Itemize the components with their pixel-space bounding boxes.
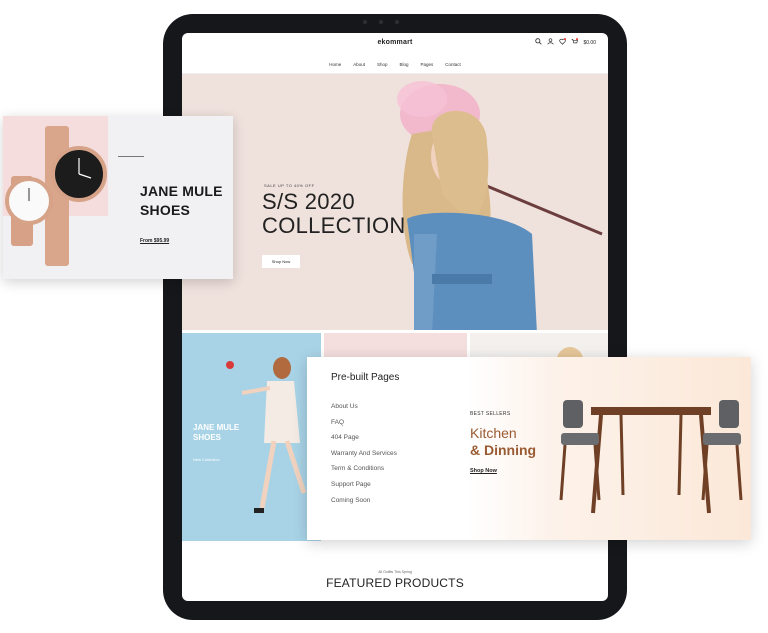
tile-title-line-2: SHOES bbox=[193, 433, 222, 442]
camera-dot bbox=[395, 20, 399, 24]
tile-title: JANE MULE SHOES bbox=[193, 423, 239, 443]
tile-title-line-1: JANE MULE bbox=[193, 423, 240, 432]
nav-blog[interactable]: Blog bbox=[400, 62, 409, 67]
prebuilt-pages-panel: Pre-built Pages About Us FAQ 404 Page Wa… bbox=[307, 357, 751, 540]
card-title: JANE MULE SHOES bbox=[140, 182, 223, 220]
hero-eyebrow: SALE UP TO 40% OFF bbox=[264, 183, 315, 188]
hero-title-line-1: S/S 2020 bbox=[262, 189, 355, 214]
tile-subtitle: New Collection bbox=[193, 457, 220, 462]
link-support[interactable]: Support Page bbox=[331, 480, 397, 496]
header-icons: $0.00 bbox=[535, 38, 596, 47]
link-terms[interactable]: Term & Conditions bbox=[331, 464, 397, 480]
promo-tile-shoes[interactable]: JANE MULE SHOES New Collection bbox=[182, 333, 321, 541]
watch-promo-card[interactable]: JANE MULE SHOES From $95.99 bbox=[3, 116, 233, 279]
card-title-line-2: SHOES bbox=[140, 202, 191, 218]
hero-title-line-2: COLLECTION bbox=[262, 213, 406, 238]
nav-about[interactable]: About bbox=[353, 62, 365, 67]
nav-home[interactable]: Home bbox=[329, 62, 341, 67]
nav-contact[interactable]: Contact bbox=[445, 62, 461, 67]
featured-eyebrow: All Outfits This Spring bbox=[378, 570, 412, 574]
link-404[interactable]: 404 Page bbox=[331, 433, 397, 449]
search-icon[interactable] bbox=[535, 38, 543, 47]
link-faq[interactable]: FAQ bbox=[331, 418, 397, 434]
panel-title: Pre-built Pages bbox=[331, 372, 400, 383]
user-icon[interactable] bbox=[547, 38, 555, 47]
site-header: ekommart $0.00 Home About Shop Blog Page… bbox=[182, 33, 608, 74]
kitchen-heading: Kitchen bbox=[470, 425, 517, 441]
page-links: About Us FAQ 404 Page Warranty And Servi… bbox=[331, 402, 397, 511]
shop-now-link[interactable]: Shop Now bbox=[470, 468, 497, 474]
hero-shop-now-button[interactable]: Shop Now bbox=[262, 255, 300, 268]
link-about-us[interactable]: About Us bbox=[331, 402, 397, 418]
dining-table-image bbox=[559, 400, 743, 514]
nav-pages[interactable]: Pages bbox=[421, 62, 434, 67]
main-nav: Home About Shop Blog Pages Contact bbox=[182, 62, 608, 67]
card-title-line-1: JANE MULE bbox=[140, 183, 223, 199]
dinning-heading: & Dinning bbox=[470, 442, 537, 458]
nav-shop[interactable]: Shop bbox=[377, 62, 388, 67]
featured-title: FEATURED PRODUCTS bbox=[326, 576, 464, 590]
heart-icon[interactable] bbox=[559, 38, 567, 47]
camera-dot bbox=[379, 20, 383, 24]
best-sellers-label: BEST SELLERS bbox=[470, 411, 511, 417]
camera-dot bbox=[363, 20, 367, 24]
cart-amount: $0.00 bbox=[583, 39, 596, 46]
cart-icon[interactable] bbox=[571, 38, 579, 47]
hero-banner: SALE UP TO 40% OFF S/S 2020 COLLECTION S… bbox=[182, 74, 608, 330]
watch-image bbox=[5, 126, 107, 266]
card-price-link[interactable]: From $95.99 bbox=[140, 238, 169, 244]
card-rule bbox=[118, 156, 144, 157]
link-coming-soon[interactable]: Coming Soon bbox=[331, 496, 397, 512]
hero-title: S/S 2020 COLLECTION bbox=[262, 190, 406, 238]
link-warranty[interactable]: Warranty And Services bbox=[331, 449, 397, 465]
